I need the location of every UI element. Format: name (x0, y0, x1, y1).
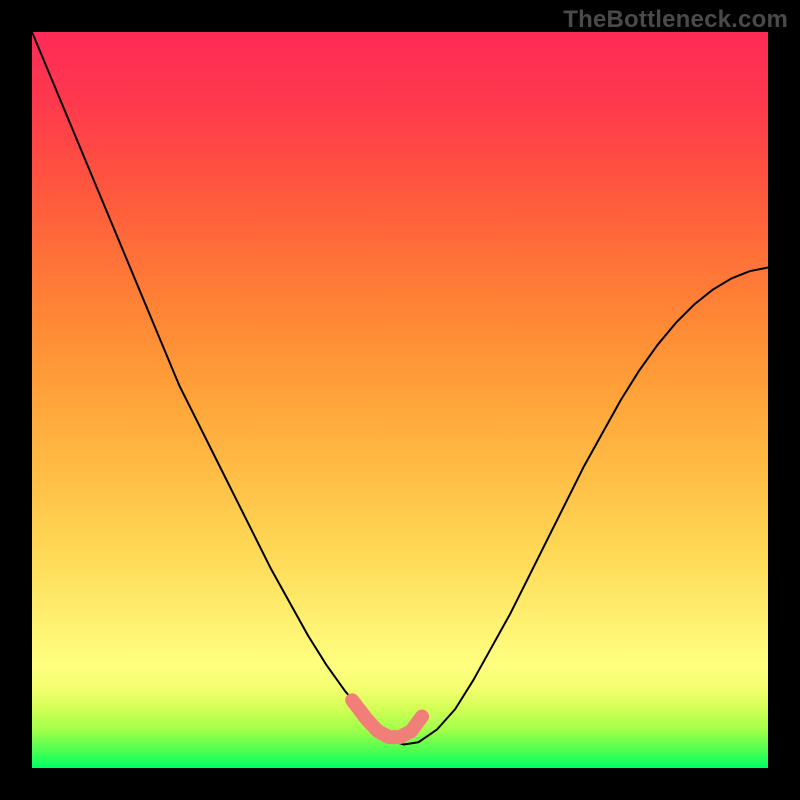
watermark-text: TheBottleneck.com (563, 6, 788, 34)
series-min-highlight (352, 700, 422, 737)
series-bottleneck-curve (32, 32, 768, 744)
chart-svg (32, 32, 768, 768)
chart-frame: TheBottleneck.com (0, 0, 800, 800)
plot-area (32, 32, 768, 768)
